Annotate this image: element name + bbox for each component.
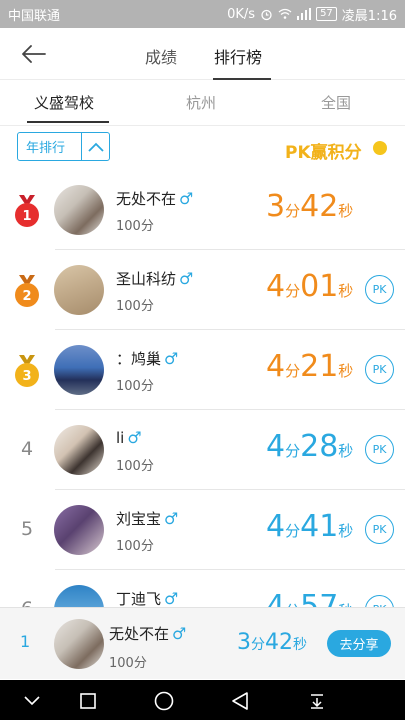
tab-leaderboard[interactable]: 排行榜	[214, 44, 262, 68]
clock: 凌晨1:16	[341, 8, 397, 24]
list-item[interactable]: 2 圣山科纺 ♂ 100分 4 分 01 秒 PK	[0, 250, 405, 330]
male-icon: ♂	[164, 589, 179, 608]
list-item[interactable]: 3 ：鸠巢 ♂ 100分 4 分 21 秒 PK	[0, 330, 405, 410]
svg-text:2: 2	[22, 289, 31, 304]
status-bar: 中国联通 0K/s 57 凌晨1:16	[0, 0, 405, 28]
top-header: 成绩 排行榜	[0, 28, 405, 80]
male-icon: ♂	[127, 428, 142, 447]
chevron-down-icon[interactable]	[21, 690, 43, 712]
share-button[interactable]: 去分享	[327, 630, 391, 657]
user-score: 100分	[116, 539, 154, 554]
rank-number: 4	[20, 438, 34, 460]
user-name: 圣山科纺	[116, 270, 177, 288]
home-icon[interactable]	[153, 690, 175, 712]
my-score: 100分	[109, 656, 147, 671]
alarm-icon	[261, 9, 272, 20]
wifi-icon	[278, 8, 292, 19]
subtab-school[interactable]: 义盛驾校	[34, 92, 94, 113]
back-button[interactable]	[18, 40, 50, 68]
exam-time: 4 分 21 秒	[266, 349, 354, 384]
avatar	[54, 265, 104, 315]
user-name: 无处不在	[116, 190, 177, 208]
subtab-indicator	[27, 121, 109, 123]
notification-pull-icon[interactable]	[306, 690, 328, 712]
user-name: 刘宝宝	[116, 510, 162, 528]
subtab-hangzhou[interactable]: 杭州	[186, 92, 216, 113]
subtab-national[interactable]: 全国	[321, 92, 351, 113]
user-score: 100分	[116, 379, 154, 394]
user-name: li	[116, 428, 125, 447]
silver-medal-icon: 2	[15, 275, 39, 307]
region-tabs: 义盛驾校 杭州 全国	[0, 80, 405, 126]
rank-number: 5	[20, 518, 34, 540]
tab-score[interactable]: 成绩	[145, 44, 177, 68]
list-item[interactable]: 4 li ♂ 100分 4 分 28 秒 PK	[0, 410, 405, 490]
user-name: ：鸠巢	[116, 350, 162, 368]
user-name: 丁迪飞	[116, 590, 162, 608]
exam-time: 4 分 28 秒	[266, 429, 354, 464]
carrier-label: 中国联通	[8, 8, 61, 24]
network-speed: 0K/s	[227, 6, 256, 22]
pk-banner-text: PK赢积分	[285, 143, 362, 163]
gold-medal-icon: 1	[15, 195, 39, 227]
svg-text:1: 1	[22, 209, 31, 224]
signal-icon	[297, 8, 312, 20]
recent-apps-icon[interactable]	[77, 690, 99, 712]
user-score: 100分	[116, 219, 154, 234]
avatar	[54, 185, 104, 235]
period-label: 年排行	[26, 141, 66, 156]
my-rank-number: 1	[20, 632, 31, 651]
pk-points-banner[interactable]: PK赢积分	[283, 134, 391, 163]
user-score: 100分	[116, 299, 154, 314]
exam-time: 3 分 42 秒	[266, 189, 354, 224]
period-dropdown[interactable]: 年排行	[17, 132, 110, 161]
bronze-medal-icon: 3	[15, 355, 39, 387]
avatar	[54, 425, 104, 475]
user-score: 100分	[116, 459, 154, 474]
back-icon[interactable]	[229, 690, 251, 712]
avatar	[54, 345, 104, 395]
exam-time: 4 分 41 秒	[266, 509, 354, 544]
male-icon: ♂	[179, 269, 194, 288]
svg-text:3: 3	[22, 369, 31, 384]
chevron-up-icon	[81, 133, 109, 160]
male-icon: ♂	[164, 509, 179, 528]
coin-icon	[373, 141, 387, 155]
my-name: 无处不在	[109, 625, 170, 643]
avatar	[54, 505, 104, 555]
exam-time: 4 分 01 秒	[266, 269, 354, 304]
male-icon: ♂	[172, 624, 187, 643]
pk-button[interactable]: PK	[365, 435, 394, 464]
pk-button[interactable]: PK	[365, 515, 394, 544]
male-icon: ♂	[179, 189, 194, 208]
avatar	[54, 619, 104, 669]
my-rank-bar: 1 无处不在 ♂ 100分 3 分 42 秒 去分享	[0, 607, 405, 679]
list-item[interactable]: 1 无处不在 ♂ 100分 3 分 42 秒	[0, 170, 405, 250]
male-icon: ♂	[164, 349, 179, 368]
pk-button[interactable]: PK	[365, 355, 394, 384]
system-nav-bar	[0, 680, 405, 720]
back-arrow-icon	[22, 45, 46, 63]
list-item[interactable]: 5 刘宝宝 ♂ 100分 4 分 41 秒 PK	[0, 490, 405, 570]
my-exam-time: 3 分 42 秒	[237, 630, 307, 655]
pk-button[interactable]: PK	[365, 275, 394, 304]
battery-indicator: 57	[316, 7, 337, 21]
